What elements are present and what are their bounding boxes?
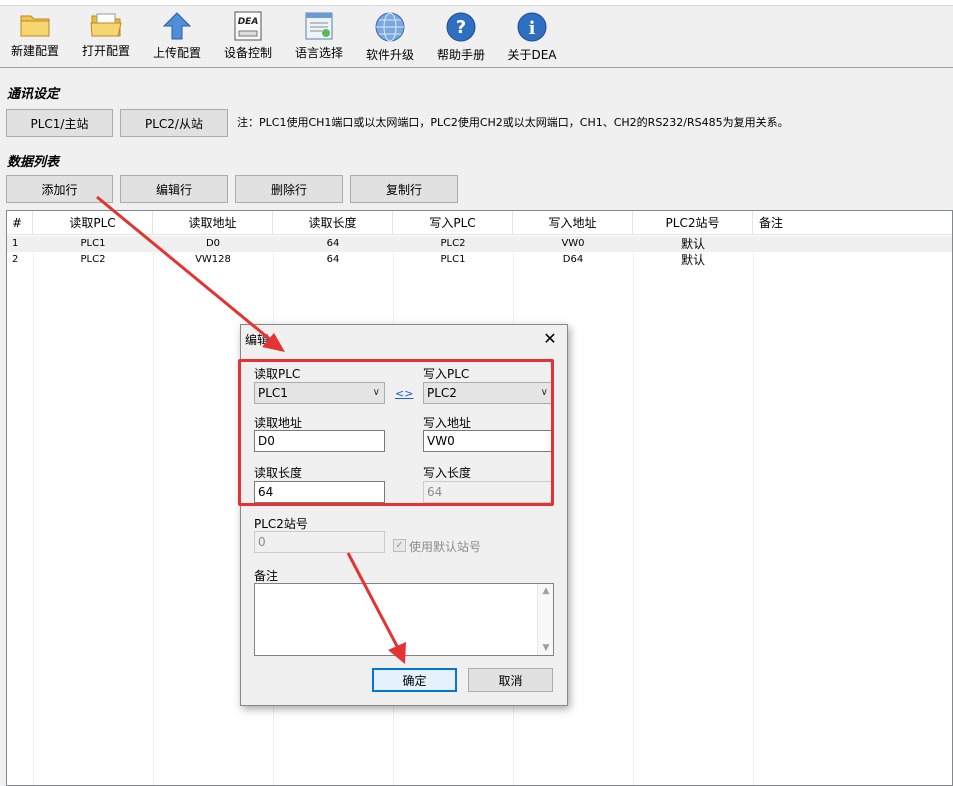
cell-write-plc: PLC1 (440, 254, 466, 265)
plc2-station-input: 0 (254, 531, 385, 553)
add-row-button[interactable]: 添加行 (6, 175, 113, 203)
open-config-button[interactable]: 打开配置 (71, 6, 141, 66)
grid-line (633, 235, 634, 785)
dialog-title: 编辑 (245, 333, 270, 347)
cell-index: 2 (12, 254, 19, 265)
cancel-button[interactable]: 取消 (468, 668, 553, 692)
cell-plc2-station: 默认 (680, 237, 705, 251)
comm-note: 注：PLC1使用CH1端口或以太网端口，PLC2使用CH2或以太网端口，CH1、… (237, 116, 789, 129)
data-list-title: 数据列表 (7, 155, 60, 170)
cell-read-length: 64 (326, 254, 340, 265)
upload-arrow-icon (162, 12, 192, 40)
cell-write-address: D64 (562, 254, 584, 265)
cell-read-address: D0 (205, 238, 221, 249)
use-default-station-checkbox: ✓ (393, 539, 406, 552)
plc2-station-label: PLC2站号 (254, 517, 308, 531)
info-icon: i (517, 12, 547, 42)
column-header[interactable]: # (7, 211, 33, 235)
toolbar: 新建配置 打开配置 上传配置 DEA 设备控制 语言选择 软件升级 ? 帮助手册… (0, 6, 953, 68)
table-row[interactable]: 1 PLC1 D0 64 PLC2 VW0 默认 (7, 236, 952, 252)
column-header[interactable]: 写入PLC (393, 211, 513, 235)
grid-line (153, 235, 154, 785)
open-folder-icon (90, 13, 122, 37)
cell-read-address: VW128 (195, 254, 231, 265)
cell-read-plc: PLC2 (80, 254, 106, 265)
column-header[interactable]: 读取长度 (273, 211, 393, 235)
language-window-icon (305, 12, 333, 40)
globe-icon (375, 12, 405, 42)
cell-remark (753, 236, 952, 252)
cell-write-plc: PLC2 (440, 238, 466, 249)
cell-read-length: 64 (326, 238, 340, 249)
toolbar-label: 帮助手册 (436, 48, 485, 62)
remark-label: 备注 (254, 569, 279, 583)
cell-read-plc: PLC1 (80, 238, 106, 249)
about-dea-button[interactable]: i 关于DEA (497, 6, 567, 66)
annotation-highlight-box (238, 359, 554, 506)
toolbar-label: 上传配置 (152, 46, 201, 60)
column-header[interactable]: PLC2站号 (633, 211, 753, 235)
ok-button[interactable]: 确定 (372, 668, 457, 692)
software-upgrade-button[interactable]: 软件升级 (355, 6, 425, 66)
toolbar-label: 软件升级 (365, 48, 414, 62)
column-header[interactable]: 读取PLC (33, 211, 153, 235)
help-icon: ? (446, 12, 476, 42)
table-row[interactable]: 2 PLC2 VW128 64 PLC1 D64 默认 (7, 252, 952, 268)
cell-remark (753, 252, 952, 268)
toolbar-label: 语言选择 (294, 46, 343, 60)
remark-textarea[interactable]: ▲ ▼ (254, 583, 554, 656)
new-config-button[interactable]: 新建配置 (0, 6, 70, 66)
svg-text:?: ? (456, 17, 466, 38)
toolbar-label: 关于DEA (507, 48, 557, 62)
dea-device-icon: DEA (234, 11, 262, 41)
toolbar-label: 设备控制 (223, 46, 272, 60)
device-control-button[interactable]: DEA 设备控制 (213, 6, 283, 66)
copy-row-button[interactable]: 复制行 (350, 175, 458, 203)
scroll-up-icon[interactable]: ▲ (538, 586, 554, 596)
close-icon[interactable]: ✕ (539, 328, 561, 350)
vertical-scrollbar[interactable]: ▲ ▼ (537, 584, 553, 655)
toolbar-label: 打开配置 (81, 44, 130, 58)
upload-config-button[interactable]: 上传配置 (142, 6, 212, 66)
column-header[interactable]: 读取地址 (153, 211, 273, 235)
svg-text:i: i (529, 18, 536, 39)
grid-line (33, 235, 34, 785)
use-default-station-label: 使用默认站号 (409, 540, 482, 554)
cell-plc2-station: 默认 (680, 253, 705, 267)
toolbar-label: 新建配置 (10, 44, 59, 58)
folder-icon (20, 15, 50, 37)
help-manual-button[interactable]: ? 帮助手册 (426, 6, 496, 66)
cell-index: 1 (12, 238, 19, 249)
plc2-slave-button[interactable]: PLC2/从站 (120, 109, 228, 137)
scroll-down-icon[interactable]: ▼ (538, 643, 554, 653)
plc1-master-button[interactable]: PLC1/主站 (6, 109, 113, 137)
column-header[interactable]: 备注 (753, 211, 793, 235)
grid-line (753, 235, 754, 785)
table-header: # 读取PLC 读取地址 读取长度 写入PLC 写入地址 PLC2站号 备注 (7, 211, 952, 235)
comm-settings-title: 通讯设定 (7, 87, 60, 102)
delete-row-button[interactable]: 删除行 (235, 175, 343, 203)
edit-row-button[interactable]: 编辑行 (120, 175, 228, 203)
svg-text:DEA: DEA (238, 17, 259, 27)
column-header[interactable]: 写入地址 (513, 211, 633, 235)
cell-write-address: VW0 (561, 238, 585, 249)
language-select-button[interactable]: 语言选择 (284, 6, 354, 66)
